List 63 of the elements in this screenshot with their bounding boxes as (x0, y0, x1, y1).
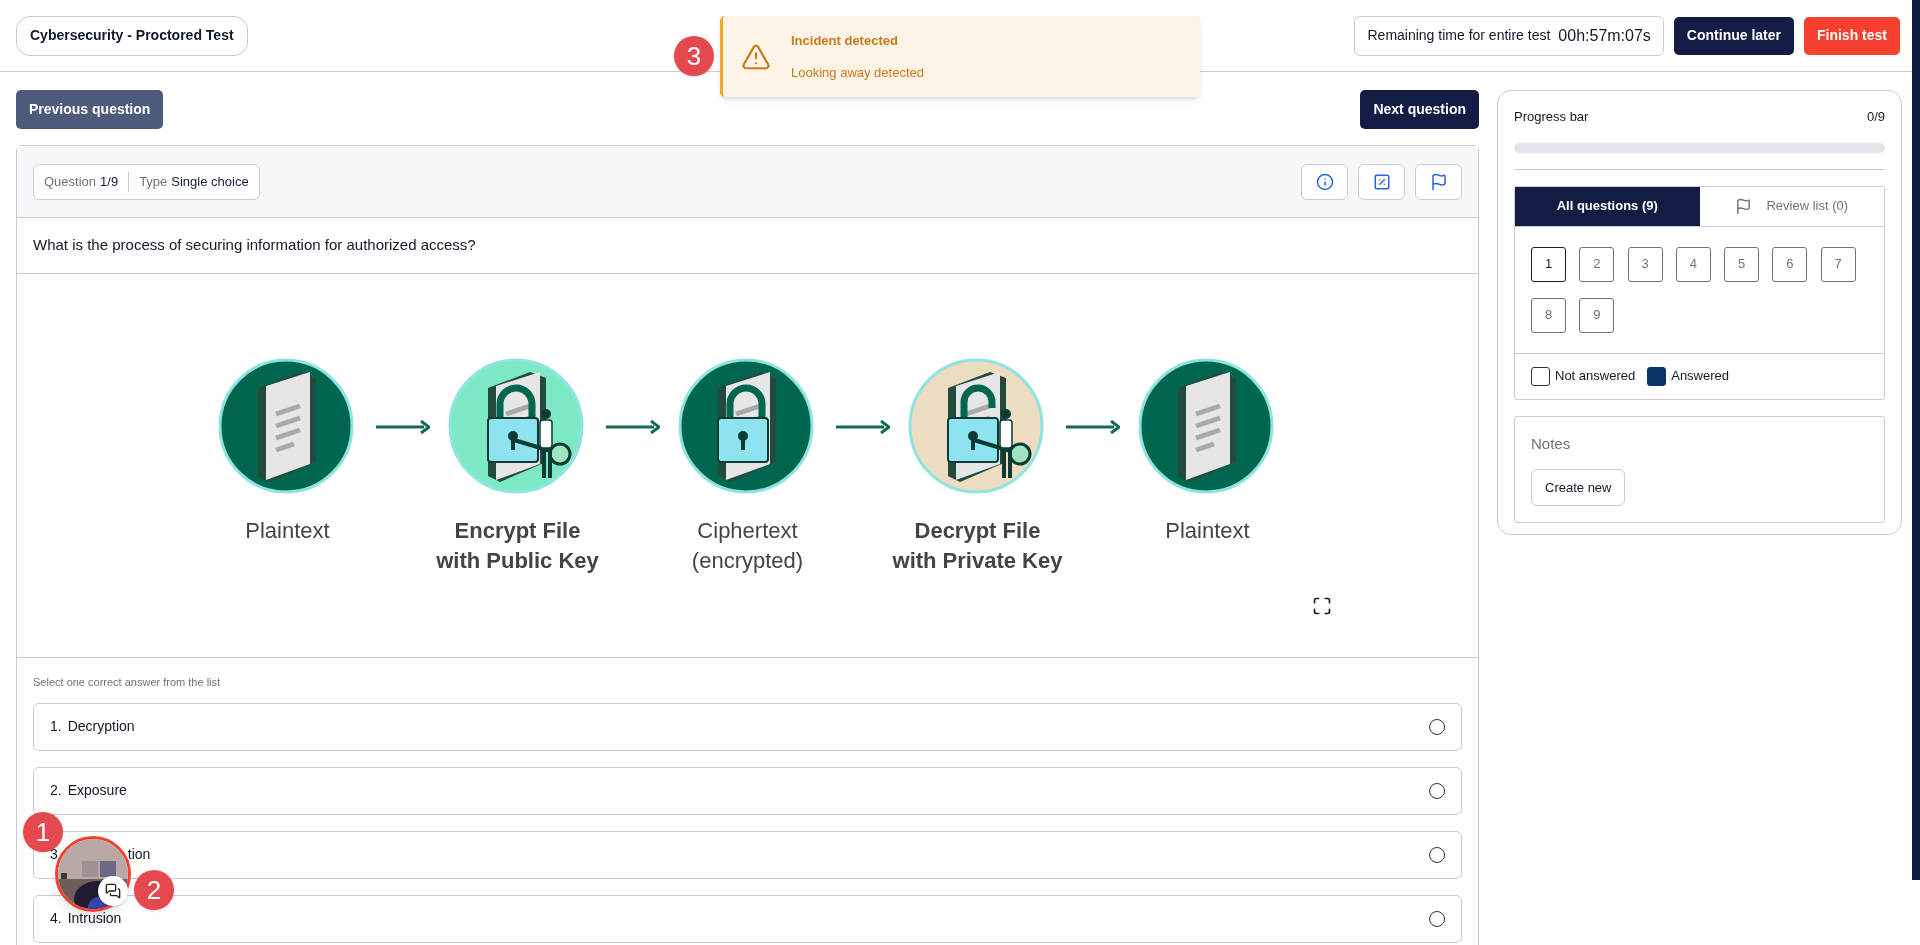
question-label: Question (44, 172, 97, 191)
chat-icon (105, 883, 121, 899)
question-text: What is the process of securing information for authorized access? (33, 235, 476, 256)
legend-label: Not answered (1555, 367, 1636, 386)
option-number: 1. (50, 717, 62, 736)
legend-swatch (1647, 366, 1667, 386)
percent-button[interactable] (1358, 163, 1405, 200)
question-number-button[interactable]: 7 (1820, 246, 1856, 282)
step-label: Plaintext (1165, 517, 1250, 545)
option-text: Exposure (67, 781, 127, 800)
fullscreen-icon[interactable] (1312, 596, 1332, 616)
timer-value: 00h:57m:07s (1558, 25, 1651, 46)
step-label: Encrypt File with Public Key (436, 517, 599, 575)
test-title: Cybersecurity - Proctored Test (16, 15, 248, 56)
number-badge: 3 (674, 36, 714, 76)
option-text: Decryption (67, 717, 135, 736)
question-number-button[interactable]: 2 (1579, 246, 1615, 282)
question-number-button[interactable]: 4 (1675, 246, 1711, 282)
flag-icon (1429, 172, 1448, 191)
instruction-text: Select one correct answer from the list (33, 675, 222, 690)
option-number: 2. (50, 781, 62, 800)
panel-tab[interactable]: All questions (9) (1515, 186, 1700, 226)
question-number: 1/9 (100, 172, 119, 191)
option-text: Intrusion (67, 909, 122, 928)
number-badge: 2 (134, 870, 174, 910)
arrow-icon (375, 420, 430, 434)
option-text: tion (127, 845, 151, 864)
question-number-button[interactable]: 6 (1772, 246, 1808, 282)
info-button[interactable] (1301, 163, 1348, 200)
flag-button[interactable] (1415, 163, 1462, 200)
previous-question-button[interactable]: Previous question (16, 90, 164, 129)
answer-option[interactable]: 2. Exposure (33, 766, 1462, 815)
info-icon (1315, 172, 1334, 191)
legend-swatch (1531, 366, 1550, 386)
answer-option[interactable]: 1. Decryption (33, 702, 1462, 751)
alert-message: Looking away detected (791, 63, 924, 82)
step-label: Plaintext (245, 517, 330, 545)
legend-label: Answered (1671, 367, 1730, 386)
step-label: Decrypt File with Private Key (892, 517, 1063, 575)
alert-title: Incident detected (791, 32, 899, 50)
create-note-button[interactable]: Create new (1531, 469, 1626, 506)
option-number: 4. (50, 909, 62, 928)
scrollbar[interactable] (1912, 0, 1920, 880)
percent-icon (1372, 172, 1391, 191)
next-question-button[interactable]: Next question (1360, 90, 1479, 129)
timer-label: Remaining time for entire test (1367, 26, 1551, 45)
question-number-button[interactable]: 5 (1724, 246, 1760, 282)
question-number-button[interactable]: 3 (1627, 246, 1663, 282)
progress-label: Progress bar (1514, 108, 1589, 126)
type-value: Single choice (171, 172, 249, 191)
continue-later-button[interactable]: Continue later (1673, 16, 1794, 55)
question-number-button[interactable]: 9 (1579, 297, 1615, 333)
arrow-icon (1065, 420, 1120, 434)
notes-title: Notes (1531, 433, 1572, 454)
question-number-button[interactable]: 1 (1531, 246, 1566, 282)
flag-icon (1735, 197, 1753, 215)
type-label: Type (139, 172, 168, 191)
question-number-button[interactable]: 8 (1531, 297, 1566, 333)
progress-count: 0/9 (1866, 108, 1885, 126)
arrow-icon (605, 420, 660, 434)
arrow-icon (835, 420, 890, 434)
step-label: Ciphertext (encrypted) (691, 517, 804, 575)
finish-test-button[interactable]: Finish test (1804, 16, 1900, 55)
